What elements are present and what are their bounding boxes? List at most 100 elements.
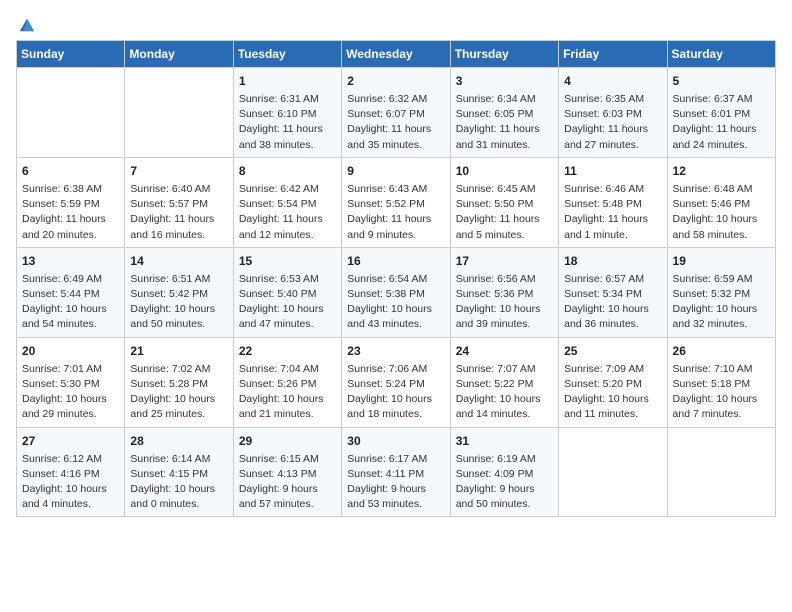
cell-info: Sunrise: 7:01 AMSunset: 5:30 PMDaylight:… [22, 362, 119, 423]
header-tuesday: Tuesday [233, 41, 341, 68]
calendar-header-row: SundayMondayTuesdayWednesdayThursdayFrid… [17, 41, 776, 68]
calendar-cell: 8 Sunrise: 6:42 AMSunset: 5:54 PMDaylight… [233, 157, 341, 247]
cell-info: Sunrise: 6:17 AMSunset: 4:11 PMDaylight:… [347, 452, 444, 513]
calendar-cell: 24Sunrise: 7:07 AMSunset: 5:22 PMDayligh… [450, 337, 558, 427]
cell-info: Sunrise: 6:40 AMSunset: 5:57 PMDaylight:… [130, 182, 227, 243]
day-number: 26 [673, 342, 770, 360]
day-number: 14 [130, 252, 227, 270]
calendar-week-4: 20 Sunrise: 7:01 AMSunset: 5:30 PMDayligh… [17, 337, 776, 427]
day-number: 11 [564, 162, 661, 180]
calendar-cell: 15 Sunrise: 6:53 AMSunset: 5:40 PMDayligh… [233, 247, 341, 337]
day-number: 19 [673, 252, 770, 270]
day-number: 6 [22, 162, 119, 180]
day-number: 25 [564, 342, 661, 360]
calendar-table: SundayMondayTuesdayWednesdayThursdayFrid… [16, 40, 776, 517]
calendar-cell: 30 Sunrise: 6:17 AMSunset: 4:11 PMDayligh… [342, 427, 450, 517]
header-monday: Monday [125, 41, 233, 68]
calendar-cell [17, 68, 125, 158]
day-number: 15 [239, 252, 336, 270]
day-number: 3 [456, 72, 553, 90]
calendar-cell [125, 68, 233, 158]
cell-info: Sunrise: 6:12 AMSunset: 4:16 PMDaylight:… [22, 452, 119, 513]
calendar-cell: 11 Sunrise: 6:46 AMSunset: 5:48 PMDayligh… [559, 157, 667, 247]
cell-info: Sunrise: 7:09 AMSunset: 5:20 PMDaylight:… [564, 362, 661, 423]
cell-info: Sunrise: 6:54 AMSunset: 5:38 PMDaylight:… [347, 272, 444, 333]
calendar-cell: 4Sunrise: 6:35 AMSunset: 6:03 PMDaylight… [559, 68, 667, 158]
calendar-week-1: 1 Sunrise: 6:31 AMSunset: 6:10 PMDaylight… [17, 68, 776, 158]
day-number: 27 [22, 432, 119, 450]
day-number: 8 [239, 162, 336, 180]
day-number: 2 [347, 72, 444, 90]
calendar-week-5: 27 Sunrise: 6:12 AMSunset: 4:16 PMDayligh… [17, 427, 776, 517]
day-number: 9 [347, 162, 444, 180]
cell-info: Sunrise: 6:15 AMSunset: 4:13 PMDaylight:… [239, 452, 336, 513]
calendar-cell: 25 Sunrise: 7:09 AMSunset: 5:20 PMDayligh… [559, 337, 667, 427]
cell-info: Sunrise: 7:10 AMSunset: 5:18 PMDaylight:… [673, 362, 770, 423]
calendar-week-2: 6 Sunrise: 6:38 AMSunset: 5:59 PMDaylight… [17, 157, 776, 247]
cell-info: Sunrise: 6:53 AMSunset: 5:40 PMDaylight:… [239, 272, 336, 333]
day-number: 31 [456, 432, 553, 450]
calendar-cell: 1 Sunrise: 6:31 AMSunset: 6:10 PMDaylight… [233, 68, 341, 158]
header-thursday: Thursday [450, 41, 558, 68]
cell-info: Sunrise: 6:38 AMSunset: 5:59 PMDaylight:… [22, 182, 119, 243]
cell-info: Sunrise: 6:19 AMSunset: 4:09 PMDaylight:… [456, 452, 553, 513]
header-friday: Friday [559, 41, 667, 68]
calendar-cell: 20 Sunrise: 7:01 AMSunset: 5:30 PMDayligh… [17, 337, 125, 427]
day-number: 5 [673, 72, 770, 90]
cell-info: Sunrise: 6:37 AMSunset: 6:01 PMDaylight:… [673, 92, 770, 153]
calendar-cell: 16Sunrise: 6:54 AMSunset: 5:38 PMDayligh… [342, 247, 450, 337]
cell-info: Sunrise: 6:46 AMSunset: 5:48 PMDaylight:… [564, 182, 661, 243]
calendar-cell: 28 Sunrise: 6:14 AMSunset: 4:15 PMDayligh… [125, 427, 233, 517]
calendar-cell: 18 Sunrise: 6:57 AMSunset: 5:34 PMDayligh… [559, 247, 667, 337]
cell-info: Sunrise: 7:06 AMSunset: 5:24 PMDaylight:… [347, 362, 444, 423]
calendar-cell: 3 Sunrise: 6:34 AMSunset: 6:05 PMDaylight… [450, 68, 558, 158]
cell-info: Sunrise: 6:14 AMSunset: 4:15 PMDaylight:… [130, 452, 227, 513]
cell-info: Sunrise: 6:45 AMSunset: 5:50 PMDaylight:… [456, 182, 553, 243]
header-saturday: Saturday [667, 41, 775, 68]
cell-info: Sunrise: 7:02 AMSunset: 5:28 PMDaylight:… [130, 362, 227, 423]
calendar-cell: 7 Sunrise: 6:40 AMSunset: 5:57 PMDaylight… [125, 157, 233, 247]
cell-info: Sunrise: 6:57 AMSunset: 5:34 PMDaylight:… [564, 272, 661, 333]
logo [16, 16, 36, 30]
calendar-cell [667, 427, 775, 517]
cell-info: Sunrise: 6:35 AMSunset: 6:03 PMDaylight:… [564, 92, 661, 153]
day-number: 13 [22, 252, 119, 270]
day-number: 24 [456, 342, 553, 360]
day-number: 7 [130, 162, 227, 180]
day-number: 29 [239, 432, 336, 450]
calendar-cell: 9Sunrise: 6:43 AMSunset: 5:52 PMDaylight… [342, 157, 450, 247]
cell-info: Sunrise: 6:31 AMSunset: 6:10 PMDaylight:… [239, 92, 336, 153]
calendar-cell: 10 Sunrise: 6:45 AMSunset: 5:50 PMDayligh… [450, 157, 558, 247]
page-header [16, 16, 776, 30]
calendar-cell: 14 Sunrise: 6:51 AMSunset: 5:42 PMDayligh… [125, 247, 233, 337]
calendar-cell: 12 Sunrise: 6:48 AMSunset: 5:46 PMDayligh… [667, 157, 775, 247]
logo-icon [18, 16, 36, 34]
day-number: 1 [239, 72, 336, 90]
day-number: 18 [564, 252, 661, 270]
cell-info: Sunrise: 6:49 AMSunset: 5:44 PMDaylight:… [22, 272, 119, 333]
day-number: 28 [130, 432, 227, 450]
calendar-week-3: 13 Sunrise: 6:49 AMSunset: 5:44 PMDayligh… [17, 247, 776, 337]
calendar-cell: 5 Sunrise: 6:37 AMSunset: 6:01 PMDaylight… [667, 68, 775, 158]
calendar-cell: 23Sunrise: 7:06 AMSunset: 5:24 PMDayligh… [342, 337, 450, 427]
cell-info: Sunrise: 6:59 AMSunset: 5:32 PMDaylight:… [673, 272, 770, 333]
calendar-cell: 6 Sunrise: 6:38 AMSunset: 5:59 PMDaylight… [17, 157, 125, 247]
day-number: 22 [239, 342, 336, 360]
day-number: 21 [130, 342, 227, 360]
day-number: 10 [456, 162, 553, 180]
calendar-cell: 27 Sunrise: 6:12 AMSunset: 4:16 PMDayligh… [17, 427, 125, 517]
day-number: 20 [22, 342, 119, 360]
cell-info: Sunrise: 6:42 AMSunset: 5:54 PMDaylight:… [239, 182, 336, 243]
calendar-cell: 26 Sunrise: 7:10 AMSunset: 5:18 PMDayligh… [667, 337, 775, 427]
cell-info: Sunrise: 6:51 AMSunset: 5:42 PMDaylight:… [130, 272, 227, 333]
cell-info: Sunrise: 6:34 AMSunset: 6:05 PMDaylight:… [456, 92, 553, 153]
day-number: 12 [673, 162, 770, 180]
cell-info: Sunrise: 6:48 AMSunset: 5:46 PMDaylight:… [673, 182, 770, 243]
calendar-cell: 29 Sunrise: 6:15 AMSunset: 4:13 PMDayligh… [233, 427, 341, 517]
calendar-cell: 13 Sunrise: 6:49 AMSunset: 5:44 PMDayligh… [17, 247, 125, 337]
calendar-cell: 19 Sunrise: 6:59 AMSunset: 5:32 PMDayligh… [667, 247, 775, 337]
calendar-cell: 22 Sunrise: 7:04 AMSunset: 5:26 PMDayligh… [233, 337, 341, 427]
day-number: 30 [347, 432, 444, 450]
cell-info: Sunrise: 6:56 AMSunset: 5:36 PMDaylight:… [456, 272, 553, 333]
cell-info: Sunrise: 7:04 AMSunset: 5:26 PMDaylight:… [239, 362, 336, 423]
